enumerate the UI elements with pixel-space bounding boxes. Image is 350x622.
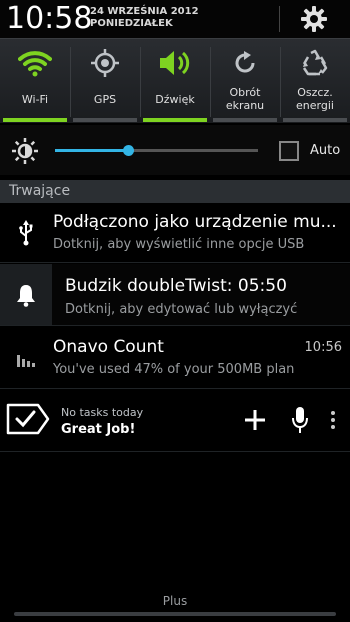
- toggle-wifi-indicator: [3, 118, 67, 122]
- notification-subtitle: You've used 47% of your 500MB plan: [53, 362, 295, 377]
- bell-icon: [8, 277, 44, 313]
- section-title: Trwające: [9, 183, 71, 199]
- anydo-line1: No tasks today: [61, 406, 144, 419]
- toggle-power-saving-label-line2: energii: [296, 99, 334, 112]
- anydo-notification[interactable]: No tasks today Great Job!: [0, 390, 350, 452]
- bar-chart-icon: [8, 341, 44, 377]
- notification-subtitle: Dotknij, aby wyświetlić inne opcje USB: [53, 237, 305, 252]
- header-divider: [279, 6, 280, 32]
- auto-brightness-label: Auto: [310, 143, 341, 158]
- notification-usb[interactable]: Podłączono jako urządzenie mu... Dotknij…: [0, 204, 350, 263]
- drag-handle[interactable]: [14, 612, 336, 616]
- notification-time: 10:56: [304, 340, 342, 355]
- status-header: 10:58 24 WRZEŚNIA 2012 PONIEDZIAŁEK: [0, 0, 350, 38]
- toggle-rotate[interactable]: Obrót ekranu: [210, 39, 280, 124]
- gear-icon[interactable]: [300, 5, 328, 33]
- usb-icon: [8, 215, 44, 251]
- notification-alarm[interactable]: Budzik doubleTwist: 05:50 Dotknij, aby e…: [0, 264, 350, 326]
- brightness-slider[interactable]: [55, 145, 258, 156]
- overflow-menu-icon[interactable]: [330, 410, 336, 434]
- check-icon: [4, 403, 50, 439]
- toggle-wifi[interactable]: Wi-Fi: [0, 39, 70, 124]
- toggle-power-saving-indicator: [283, 118, 347, 122]
- toggle-gps-indicator: [73, 118, 137, 122]
- plus-icon[interactable]: [244, 409, 266, 435]
- toggle-gps[interactable]: GPS: [70, 39, 140, 124]
- notification-subtitle: Dotknij, aby edytować lub wyłączyć: [65, 302, 298, 317]
- date-line1: 24 WRZEŚNIA 2012: [90, 6, 199, 17]
- clock: 10:58: [6, 1, 93, 36]
- toggle-rotate-label-line1: Obrót: [229, 86, 261, 99]
- date-line2: PONIEDZIAŁEK: [90, 18, 173, 29]
- toggle-sound[interactable]: Dźwięk: [140, 39, 210, 124]
- anydo-line2: Great Job!: [61, 422, 136, 437]
- toggle-power-saving-label-line1: Oszcz.: [297, 86, 333, 99]
- microphone-icon[interactable]: [292, 406, 308, 438]
- notification-title: Budzik doubleTwist: 05:50: [65, 276, 287, 296]
- notification-title: Onavo Count: [53, 337, 164, 357]
- toggle-rotate-label-line2: ekranu: [225, 99, 265, 112]
- rotate-icon: [210, 47, 280, 79]
- toggle-wifi-label: Wi-Fi: [21, 93, 49, 106]
- panel-bottom[interactable]: Plus: [0, 590, 350, 622]
- gps-icon: [70, 47, 140, 79]
- quick-toggles: Wi-Fi GPS Dźwięk Obrót ekranu Oszcz. ene…: [0, 38, 350, 123]
- ongoing-section-header: Trwające: [0, 180, 350, 203]
- carrier-label: Plus: [162, 594, 188, 608]
- recycle-icon: [280, 47, 350, 79]
- toggle-rotate-indicator: [213, 118, 277, 122]
- toggle-gps-label: GPS: [93, 93, 117, 106]
- notification-title: Podłączono jako urządzenie mu...: [53, 212, 337, 232]
- brightness-icon: [12, 138, 38, 168]
- auto-brightness-checkbox[interactable]: [279, 141, 299, 161]
- toggle-rotate-label: Obrót ekranu: [210, 86, 280, 112]
- sound-icon: [140, 47, 210, 79]
- date: 24 WRZEŚNIA 2012 PONIEDZIAŁEK: [90, 6, 199, 30]
- toggle-power-saving[interactable]: Oszcz. energii: [280, 39, 350, 124]
- brightness-slider-fill: [55, 149, 129, 152]
- toggle-sound-label: Dźwięk: [155, 93, 195, 106]
- toggle-power-saving-label: Oszcz. energii: [280, 86, 350, 112]
- notification-onavo[interactable]: Onavo Count 10:56 You've used 47% of you…: [0, 327, 350, 389]
- wifi-icon: [0, 47, 70, 79]
- toggle-sound-indicator: [143, 118, 207, 122]
- brightness-slider-thumb[interactable]: [123, 145, 135, 156]
